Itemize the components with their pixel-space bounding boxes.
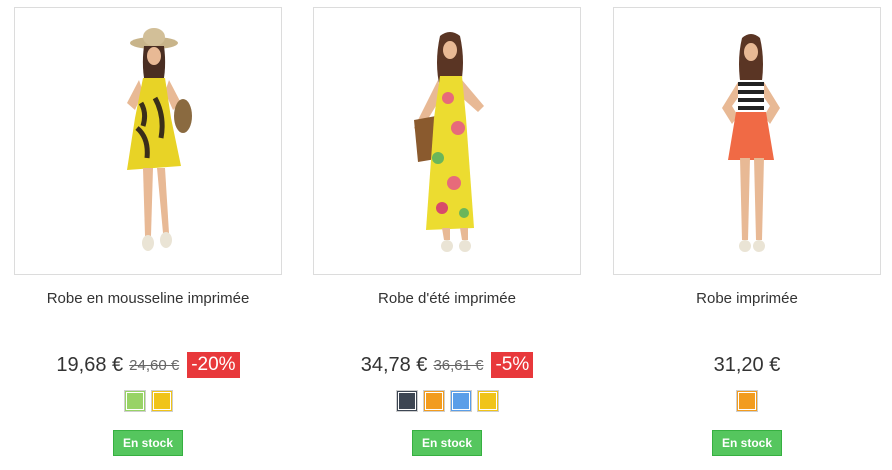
color-swatch[interactable] xyxy=(123,390,146,412)
availability-badge: En stock xyxy=(711,430,782,456)
product-price: 31,20 € xyxy=(713,353,781,376)
product-image[interactable] xyxy=(14,7,282,275)
price-row: 31,20 € xyxy=(599,350,892,380)
color-swatch[interactable] xyxy=(395,390,418,412)
availability-badge: En stock xyxy=(411,430,482,456)
product-image[interactable] xyxy=(613,7,881,275)
price-row: 34,78 € 36,61 € -5% xyxy=(299,350,595,380)
old-price: 24,60 € xyxy=(129,356,180,374)
product-card: Robe d'été imprimée 34,78 € 36,61 € -5% … xyxy=(299,0,599,470)
color-swatch[interactable] xyxy=(150,390,173,412)
color-swatches xyxy=(299,390,595,412)
color-swatch[interactable] xyxy=(449,390,472,412)
color-swatches xyxy=(599,390,892,412)
availability-badge: En stock xyxy=(112,430,183,456)
product-price: 19,68 € xyxy=(56,353,124,376)
color-swatches xyxy=(0,390,296,412)
product-card: Robe en mousseline imprimée 19,68 € 24,6… xyxy=(0,0,300,470)
discount-badge: -5% xyxy=(491,352,534,378)
product-name[interactable]: Robe en mousseline imprimée xyxy=(0,290,296,307)
product-price: 34,78 € xyxy=(360,353,428,376)
color-swatch[interactable] xyxy=(422,390,445,412)
discount-badge: -20% xyxy=(187,352,240,378)
color-swatch[interactable] xyxy=(476,390,499,412)
product-image[interactable] xyxy=(313,7,581,275)
price-row: 19,68 € 24,60 € -20% xyxy=(0,350,296,380)
color-swatch[interactable] xyxy=(736,390,758,412)
product-name[interactable]: Robe d'été imprimée xyxy=(299,290,595,307)
old-price: 36,61 € xyxy=(433,356,484,374)
product-name[interactable]: Robe imprimée xyxy=(599,290,892,307)
product-card: Robe imprimée 31,20 € En stock xyxy=(599,0,892,470)
